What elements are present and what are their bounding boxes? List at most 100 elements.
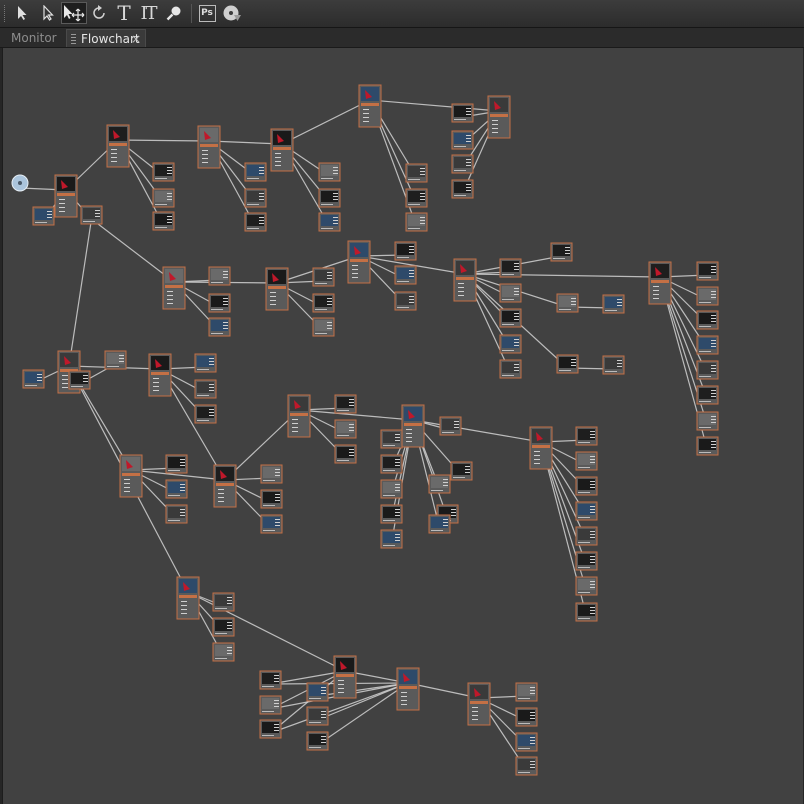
layer-node[interactable] [499,359,522,379]
layer-node[interactable] [380,504,403,524]
render-tool-button[interactable] [221,2,243,24]
layer-node[interactable] [244,162,267,182]
layer-node[interactable] [405,212,428,232]
layer-node[interactable] [152,162,175,182]
layer-node[interactable] [194,353,217,373]
layer-node[interactable] [152,211,175,231]
layer-node[interactable] [165,454,188,474]
tab-monitor[interactable]: Monitor [0,29,66,47]
layer-node[interactable] [696,436,719,456]
layer-node[interactable] [380,479,403,499]
layer-node[interactable] [450,461,473,481]
layer-node[interactable] [451,154,474,174]
layer-node[interactable] [602,355,625,375]
composition-node[interactable] [54,174,78,218]
layer-node[interactable] [380,454,403,474]
layer-node[interactable] [428,514,451,534]
layer-node[interactable] [312,267,335,287]
layer-node[interactable] [515,756,538,776]
layer-node[interactable] [550,242,573,262]
selection-tool-button[interactable] [11,2,33,24]
rotate-tool-button[interactable] [88,2,110,24]
layer-node[interactable] [439,416,462,436]
layer-node[interactable] [696,385,719,405]
layer-node[interactable] [451,179,474,199]
composition-node[interactable] [106,124,130,168]
composition-node[interactable] [119,454,143,498]
layer-node[interactable] [515,707,538,727]
layer-node[interactable] [696,310,719,330]
composition-node[interactable] [487,95,511,139]
composition-node[interactable] [176,576,200,620]
composition-node[interactable] [265,267,289,311]
layer-node[interactable] [208,317,231,337]
layer-node[interactable] [696,360,719,380]
layer-node[interactable] [380,429,403,449]
layer-node[interactable] [22,369,45,389]
composition-node[interactable] [213,464,237,508]
layer-node[interactable] [499,308,522,328]
layer-node[interactable] [696,335,719,355]
composition-node[interactable] [197,125,221,169]
layer-node[interactable] [394,265,417,285]
layer-node[interactable] [244,212,267,232]
layer-node[interactable] [575,451,598,471]
layer-node[interactable] [318,188,341,208]
flowchart-canvas[interactable] [2,48,803,804]
layer-node[interactable] [152,188,175,208]
layer-node[interactable] [575,602,598,622]
close-icon[interactable]: × [131,30,141,48]
layer-node[interactable] [575,551,598,571]
composition-node[interactable] [333,655,357,699]
move-tool-button[interactable] [61,2,87,24]
composition-node[interactable] [162,266,186,310]
composition-node[interactable] [287,394,311,438]
layer-node[interactable] [312,317,335,337]
layer-node[interactable] [306,731,329,751]
layer-node[interactable] [499,334,522,354]
layer-node[interactable] [194,379,217,399]
photoshop-tool-button[interactable]: Ps [196,2,218,24]
layer-node[interactable] [306,682,329,702]
layer-node[interactable] [394,291,417,311]
layer-node[interactable] [515,732,538,752]
source-disc-node[interactable] [11,174,29,192]
layer-node[interactable] [499,258,522,278]
layer-node[interactable] [575,426,598,446]
layer-node[interactable] [212,592,235,612]
layer-node[interactable] [405,188,428,208]
layer-node[interactable] [556,293,579,313]
layer-node[interactable] [575,501,598,521]
layer-node[interactable] [165,504,188,524]
composition-node[interactable] [467,682,491,726]
layer-node[interactable] [259,719,282,739]
layer-node[interactable] [260,514,283,534]
composition-node[interactable] [453,258,477,302]
layer-node[interactable] [306,706,329,726]
vertical-text-tool-button[interactable]: IT [137,2,159,24]
layer-node[interactable] [334,419,357,439]
layer-node[interactable] [208,266,231,286]
layer-node[interactable] [318,162,341,182]
layer-node[interactable] [80,205,103,225]
layer-node[interactable] [405,163,428,183]
layer-node[interactable] [260,489,283,509]
layer-node[interactable] [259,670,282,690]
layer-node[interactable] [575,526,598,546]
layer-node[interactable] [259,695,282,715]
layer-node[interactable] [394,241,417,261]
layer-node[interactable] [68,370,91,390]
text-tool-button[interactable]: T [113,1,135,25]
layer-node[interactable] [451,103,474,123]
layer-node[interactable] [32,206,55,226]
direct-selection-tool-button[interactable] [37,2,59,24]
layer-node[interactable] [575,576,598,596]
composition-node[interactable] [358,84,382,128]
layer-node[interactable] [499,283,522,303]
layer-node[interactable] [318,212,341,232]
layer-node[interactable] [575,476,598,496]
layer-node[interactable] [696,286,719,306]
composition-node[interactable] [396,667,420,711]
layer-node[interactable] [312,293,335,313]
composition-node[interactable] [347,240,371,284]
